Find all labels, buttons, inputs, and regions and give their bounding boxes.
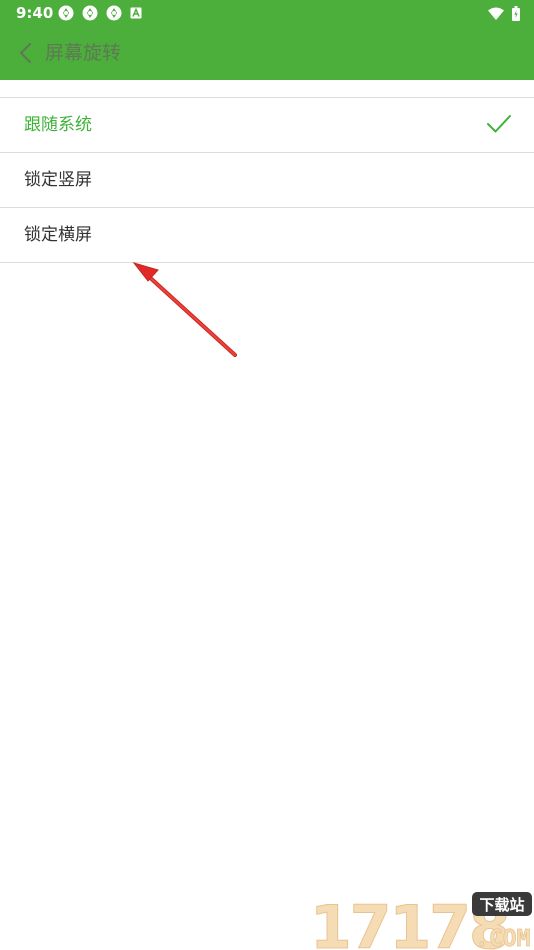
option-follow-system[interactable]: 跟随系统 — [0, 98, 534, 153]
system-icons — [488, 5, 520, 21]
notification-icons — [58, 5, 142, 21]
chevron-left-icon — [19, 42, 32, 64]
rotation-options-list: 跟随系统 锁定竖屏 锁定横屏 — [0, 97, 534, 263]
sync-icon — [58, 5, 74, 21]
option-label: 锁定竖屏 — [24, 170, 92, 190]
a-badge-icon — [130, 7, 142, 19]
option-label: 跟随系统 — [24, 115, 92, 135]
option-lock-portrait[interactable]: 锁定竖屏 — [0, 153, 534, 208]
watermark-badge-text: 下载站 — [479, 896, 524, 914]
watermark-suffix: .COM — [475, 926, 530, 950]
option-label: 锁定横屏 — [24, 225, 92, 245]
page-title: 屏幕旋转 — [45, 42, 122, 64]
sync-icon — [82, 5, 98, 21]
app-bar: 屏幕旋转 — [0, 26, 534, 80]
back-button[interactable] — [8, 33, 42, 73]
status-time: 9:40 — [16, 4, 54, 22]
wifi-icon — [488, 7, 504, 20]
option-lock-landscape[interactable]: 锁定横屏 — [0, 208, 534, 263]
battery-icon — [512, 5, 520, 21]
sync-icon — [106, 5, 122, 21]
site-watermark: 17178 下载站 .COM — [310, 892, 532, 950]
status-bar: 9:40 — [0, 0, 534, 26]
check-icon — [487, 115, 511, 133]
